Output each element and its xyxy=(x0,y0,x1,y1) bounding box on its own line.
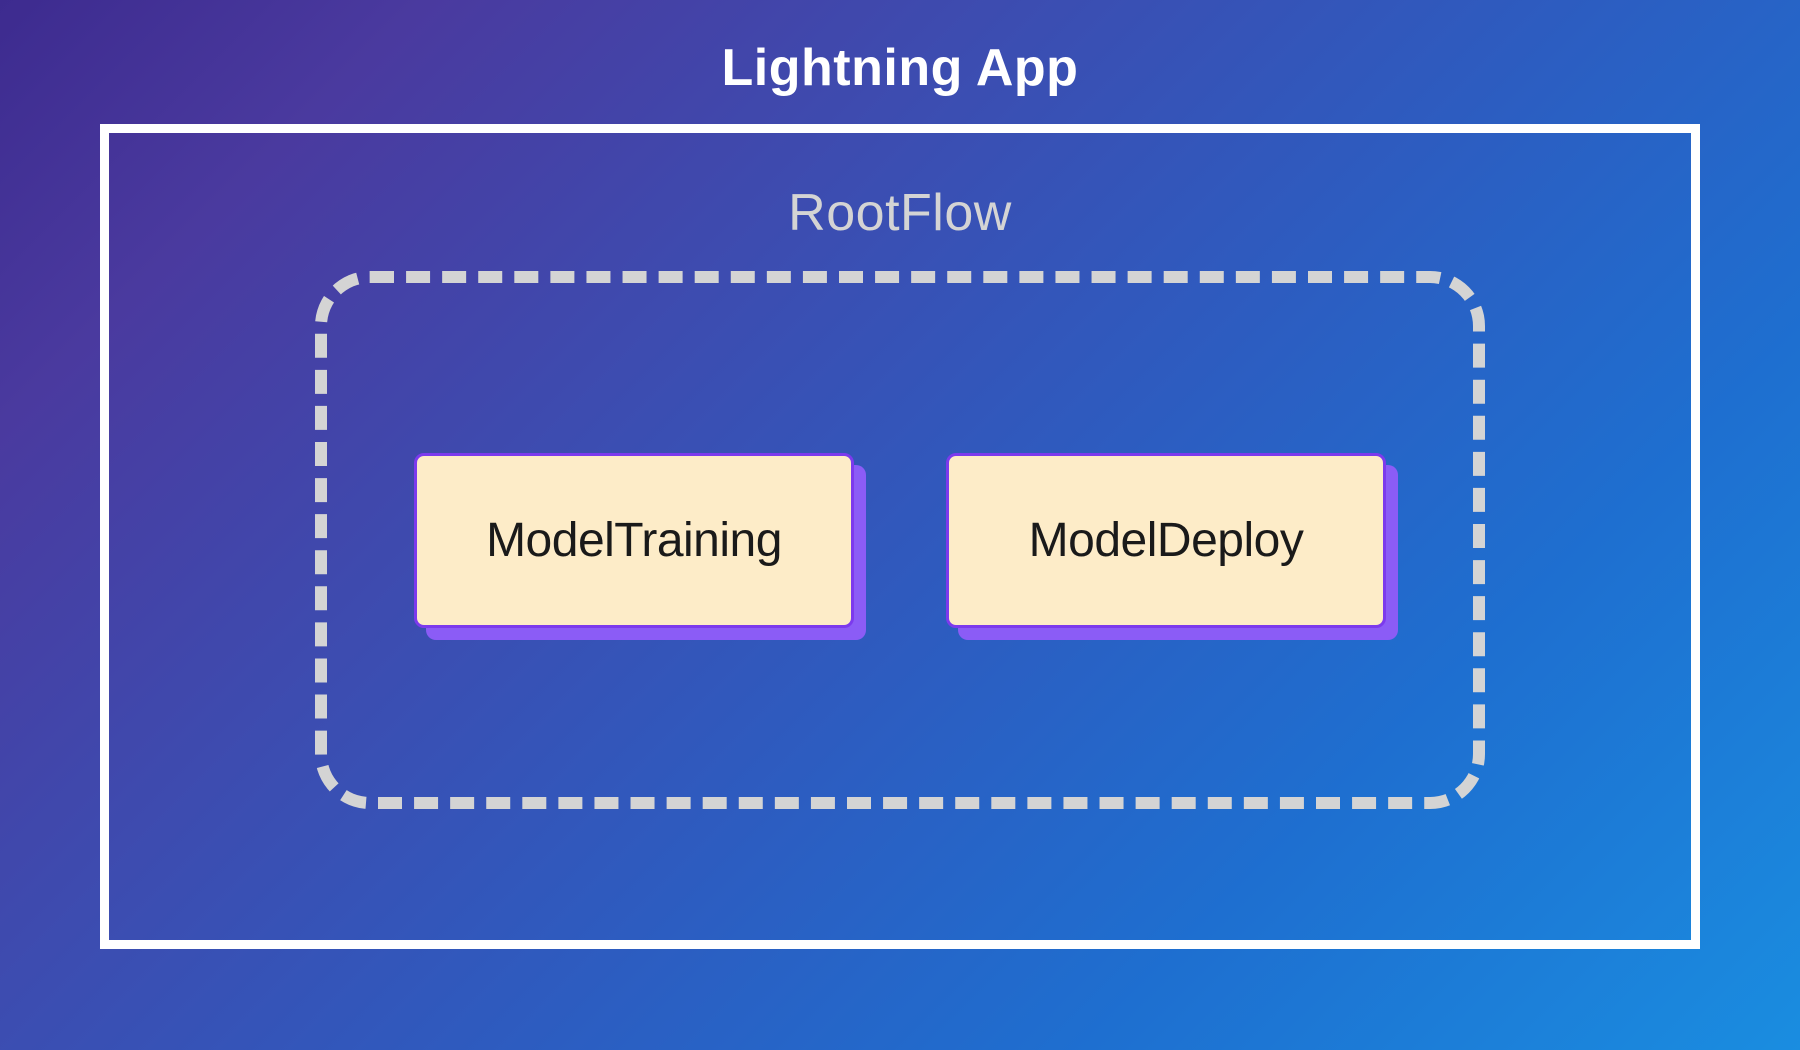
component-card-modeltraining: ModelTraining xyxy=(414,453,854,628)
app-title: Lightning App xyxy=(722,38,1079,98)
component-card-modeldeploy: ModelDeploy xyxy=(946,453,1386,628)
rootflow-container: ModelTraining ModelDeploy xyxy=(315,271,1485,809)
card-front: ModelTraining xyxy=(414,453,854,628)
component-label: ModelTraining xyxy=(486,513,782,568)
component-label: ModelDeploy xyxy=(1029,513,1304,568)
rootflow-title: RootFlow xyxy=(788,183,1012,243)
outer-container: RootFlow ModelTraining ModelDeploy xyxy=(100,124,1700,949)
card-front: ModelDeploy xyxy=(946,453,1386,628)
